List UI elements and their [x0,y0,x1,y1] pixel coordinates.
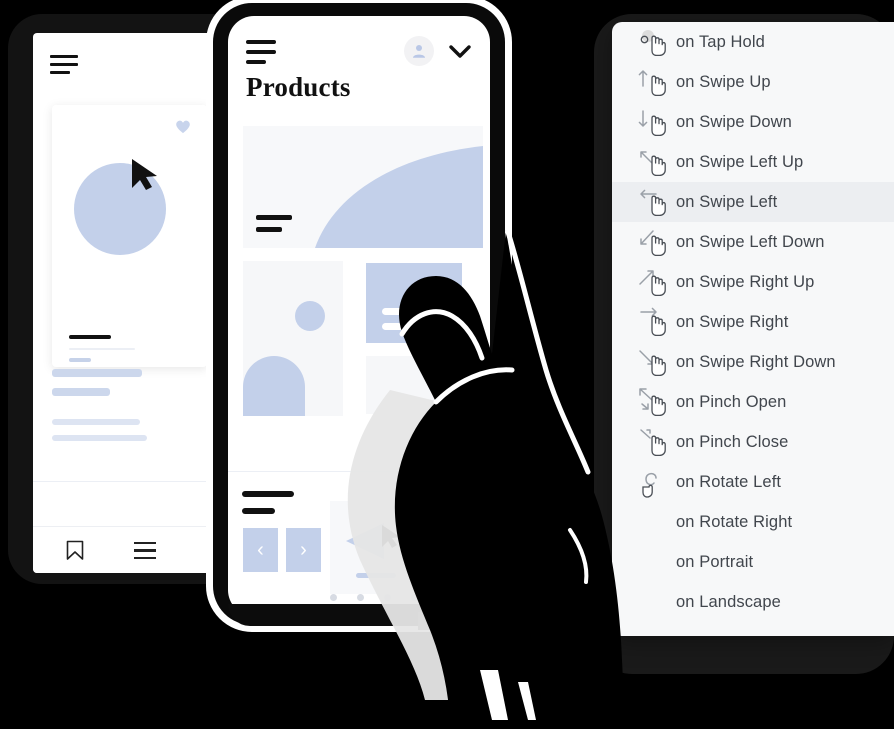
heart-icon[interactable] [175,119,191,134]
hand-silhouette-illustration [347,230,624,720]
gesture-menu-item-label: on Swipe Down [676,112,792,131]
gesture-menu-item-label: on Swipe Left [676,192,778,211]
gesture-menu-item-label: on Swipe Right Up [676,272,815,291]
gesture-menu-item-label: on Swipe Left Up [676,152,804,171]
carousel-subtitle-bar [242,508,275,514]
hamburger-icon[interactable] [50,55,78,74]
gesture-menu-item-label: on Tap Hold [676,32,765,51]
list-icon[interactable] [134,542,156,560]
swipe-up-gesture-icon [634,68,676,97]
bookmark-icon[interactable] [66,540,84,561]
page-title: Products [246,72,351,102]
gesture-menu-item-label: on Pinch Close [676,432,789,451]
swipe-left-gesture-icon [634,188,676,217]
gesture-menu-item-label: on Swipe Left Down [676,232,825,251]
user-avatar-icon[interactable] [404,36,434,66]
gesture-menu-item-label: on Swipe Right [676,312,789,331]
gesture-menu-item-label: on Landscape [676,592,781,611]
gesture-menu-item-1[interactable]: on Swipe Up [612,62,894,102]
swipe-left-up-gesture-icon [634,148,676,177]
product-tile-left[interactable] [243,261,343,416]
chevron-down-icon[interactable] [448,44,472,60]
gesture-menu-item-label: on Swipe Up [676,72,771,91]
gesture-menu-item-0[interactable]: on Tap Hold [612,22,894,62]
gesture-menu-item-label: on Portrait [676,552,754,571]
gesture-menu-item-label: on Pinch Open [676,392,787,411]
gesture-menu-item-label: on Swipe Right Down [676,352,836,371]
carousel-prev-button[interactable]: ‹ [243,528,278,572]
carousel-next-button[interactable]: › [286,528,321,572]
cursor-arrow-icon [132,159,157,190]
tap-hold-gesture-icon [634,28,676,57]
gesture-menu-item-2[interactable]: on Swipe Down [612,102,894,142]
hamburger-icon[interactable] [246,40,276,64]
gesture-menu-item-3[interactable]: on Swipe Left Up [612,142,894,182]
screenshot-root: Products ‹ › on Tap Hold on Swipe Up on … [0,0,894,729]
carousel-title-bar [242,491,294,497]
gesture-menu-item-label: on Rotate Left [676,472,782,491]
swipe-down-gesture-icon [634,108,676,137]
gesture-menu-item-4[interactable]: on Swipe Left [612,182,894,222]
gesture-menu-item-label: on Rotate Right [676,512,793,531]
product-card[interactable] [52,105,207,367]
